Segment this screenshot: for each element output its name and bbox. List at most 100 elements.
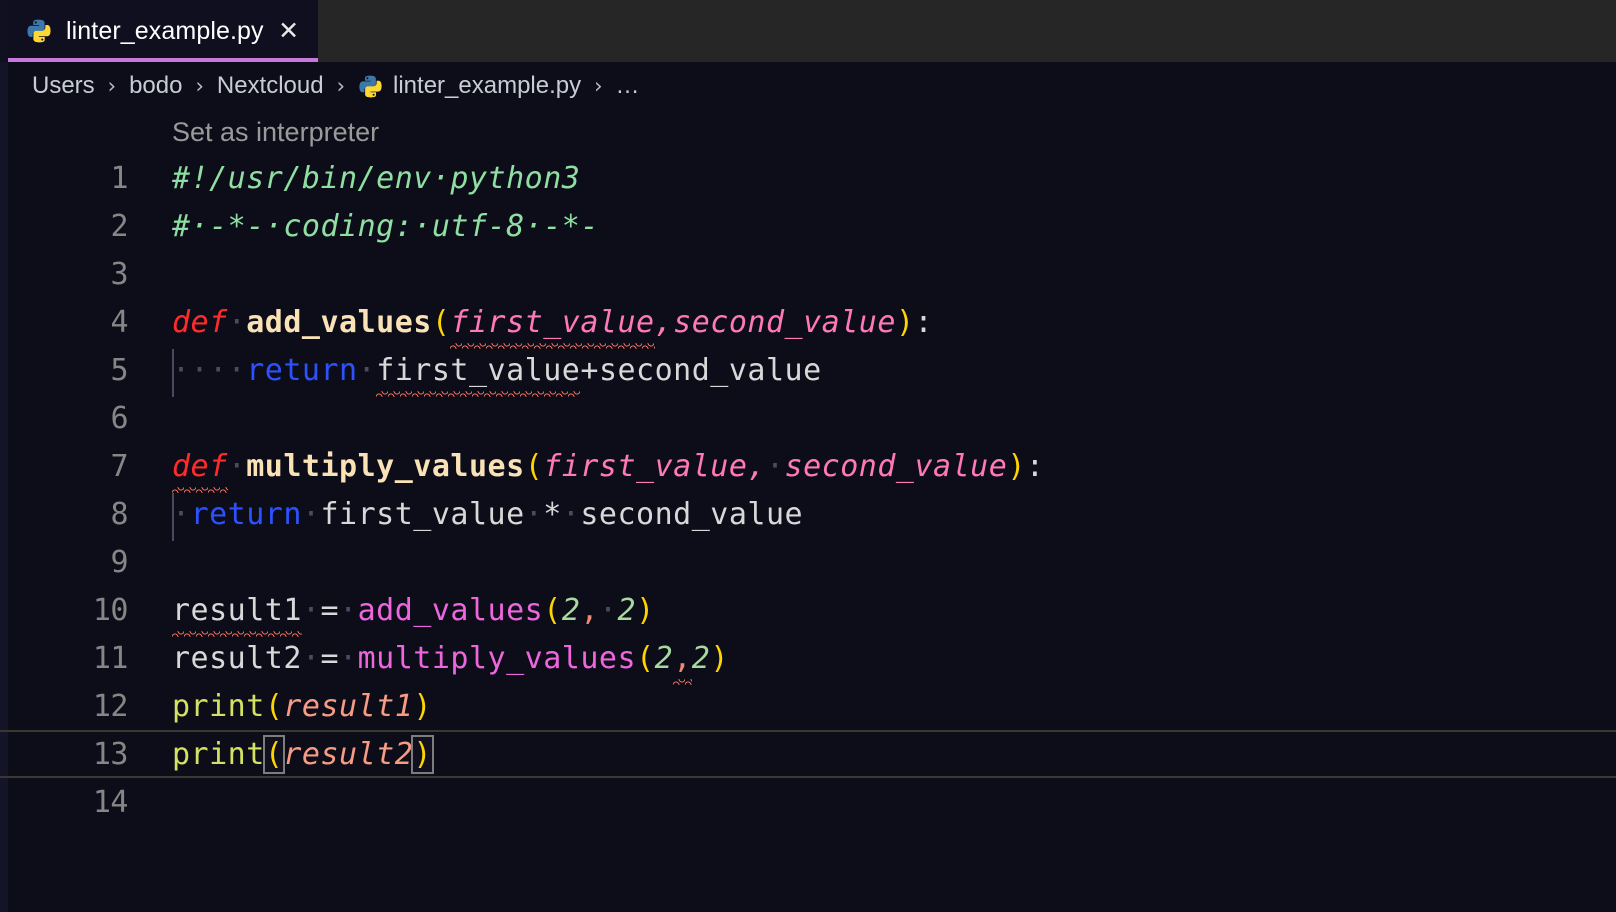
line-content[interactable]: result2·=·multiply_values(2,2) — [128, 641, 729, 676]
token-operator-assign: = — [320, 640, 340, 676]
token-keyword-def: def — [172, 448, 228, 484]
token-paren-close: ) — [413, 688, 432, 724]
code-line-11[interactable]: 11 result2·=·multiply_values(2,2) — [0, 634, 1616, 682]
token-indent: ···· — [172, 352, 247, 388]
window-left-edge — [0, 0, 8, 62]
token-function-name: add_values — [246, 304, 432, 340]
breadcrumb-separator: › — [107, 74, 117, 98]
token-param-first-value: first_value — [450, 304, 655, 340]
breadcrumb-file-label: linter_example.py — [393, 72, 582, 99]
token-call-add-values: add_values — [357, 592, 544, 628]
line-number: 1 — [110, 160, 128, 196]
breadcrumb-item-bodo[interactable]: bodo — [129, 72, 182, 100]
codelens-set-as-interpreter[interactable]: Set as interpreter — [0, 110, 1616, 154]
codelens-label[interactable]: Set as interpreter — [172, 117, 379, 148]
code-line-10[interactable]: 10 result1·=·add_values(2,·2) — [0, 586, 1616, 634]
code-line-14[interactable]: 14 — [0, 778, 1616, 826]
line-number: 8 — [110, 496, 128, 532]
line-number: 10 — [92, 592, 129, 628]
breadcrumb-separator: › — [594, 74, 603, 98]
token-comma: , — [580, 592, 599, 628]
line-number: 7 — [110, 448, 128, 484]
token-paren-close: ) — [636, 592, 655, 628]
code-line-12[interactable]: 12 print(result1) — [0, 682, 1616, 730]
line-content[interactable]: print(result2) — [128, 734, 434, 774]
line-number: 11 — [92, 640, 129, 676]
token-space: · — [598, 592, 618, 628]
indent-guide — [172, 492, 174, 541]
line-content[interactable]: ·return·first_value·*·second_value — [128, 492, 804, 541]
token-builtin-print: print — [172, 736, 265, 772]
token-comma: , — [747, 448, 766, 484]
breadcrumb-separator: › — [336, 74, 346, 98]
token-number: 2 — [617, 592, 637, 628]
code-line-3[interactable]: 3 — [0, 250, 1616, 298]
code-line-2[interactable]: 2 #·-*-·coding:·utf-8·-*- — [0, 202, 1616, 250]
token-paren-open: ( — [431, 304, 451, 340]
code-line-1[interactable]: 1 #!/usr/bin/env·python3 — [0, 154, 1616, 202]
token-indent: · — [172, 496, 191, 532]
token-number: 2 — [691, 640, 711, 676]
line-content[interactable]: def·multiply_values(first_value,·second_… — [128, 449, 1044, 484]
token-colon: : — [1025, 448, 1045, 484]
token-paren-close: ) — [895, 304, 915, 340]
breadcrumb-item-file[interactable]: linter_example.py — [358, 72, 581, 100]
line-content[interactable]: def·add_values(first_value,second_value)… — [128, 305, 933, 340]
token-paren-close: ) — [710, 640, 729, 676]
token-comment: #!/usr/bin/env·python3 — [172, 160, 581, 196]
token-param-second-value: second_value — [784, 448, 1008, 484]
breadcrumb-item-nextcloud[interactable]: Nextcloud — [217, 72, 324, 100]
token-space: · — [524, 496, 544, 532]
token-comma: , — [654, 304, 674, 340]
token-variable-result1: result1 — [172, 592, 302, 628]
token-number: 2 — [654, 640, 674, 676]
line-content[interactable]: print(result1) — [128, 689, 432, 724]
token-space: · — [339, 592, 358, 628]
token-identifier-second-value: second_value — [598, 352, 822, 388]
editor-tab-linter-example[interactable]: linter_example.py ✕ — [0, 0, 318, 62]
token-paren-open-matched: ( — [262, 734, 286, 774]
token-paren-close-matched: ) — [411, 734, 434, 774]
line-number: 13 — [92, 736, 129, 772]
token-operator-plus: + — [580, 352, 599, 388]
line-number: 9 — [110, 544, 128, 580]
token-space: · — [301, 496, 321, 532]
line-content[interactable]: #!/usr/bin/env·python3 — [128, 161, 580, 196]
code-line-13[interactable]: 13 print(result2) — [0, 730, 1616, 778]
token-space: · — [357, 352, 377, 388]
line-number: 4 — [110, 304, 128, 340]
token-space: · — [227, 448, 247, 484]
close-icon[interactable]: ✕ — [278, 18, 300, 44]
line-content[interactable]: ····return·first_value+second_value — [128, 348, 822, 397]
token-variable-result2: result2 — [172, 640, 302, 676]
token-operator-assign: = — [320, 592, 340, 628]
line-number: 5 — [110, 352, 128, 388]
token-keyword-return: return — [190, 496, 302, 532]
token-argument-result2: result2 — [283, 736, 414, 772]
token-space: · — [301, 592, 321, 628]
code-line-8[interactable]: 8 ·return·first_value·*·second_value — [0, 490, 1616, 541]
code-line-4[interactable]: 4 def·add_values(first_value,second_valu… — [0, 298, 1616, 346]
token-identifier-second-value: second_value — [580, 496, 804, 532]
code-content[interactable]: 1 #!/usr/bin/env·python3 2 #·-*-·coding:… — [0, 154, 1616, 826]
breadcrumb-item-more[interactable]: … — [616, 72, 640, 100]
python-file-icon — [26, 18, 52, 44]
code-line-5[interactable]: 5 ····return·first_value+second_value — [0, 346, 1616, 397]
line-number: 12 — [92, 688, 129, 724]
code-line-7[interactable]: 7 def·multiply_values(first_value,·secon… — [0, 442, 1616, 490]
code-line-9[interactable]: 9 — [0, 538, 1616, 586]
line-content[interactable]: result1·=·add_values(2,·2) — [128, 593, 655, 628]
line-content[interactable]: #·-*-·coding:·utf-8·-*- — [128, 209, 599, 244]
token-paren-open: ( — [543, 592, 562, 628]
token-comma: , — [673, 640, 692, 676]
breadcrumb: Users › bodo › Nextcloud › linter_exampl… — [0, 62, 1616, 110]
breadcrumb-item-users[interactable]: Users — [32, 72, 95, 100]
token-space: · — [561, 496, 581, 532]
token-identifier-first-value: first_value — [320, 496, 525, 532]
token-space: · — [339, 640, 358, 676]
code-line-6[interactable]: 6 — [0, 394, 1616, 442]
token-param-first-value: first_value — [543, 448, 748, 484]
token-function-name: multiply_values — [246, 448, 525, 484]
token-keyword-def: def — [172, 304, 228, 340]
line-number: 6 — [110, 400, 128, 436]
